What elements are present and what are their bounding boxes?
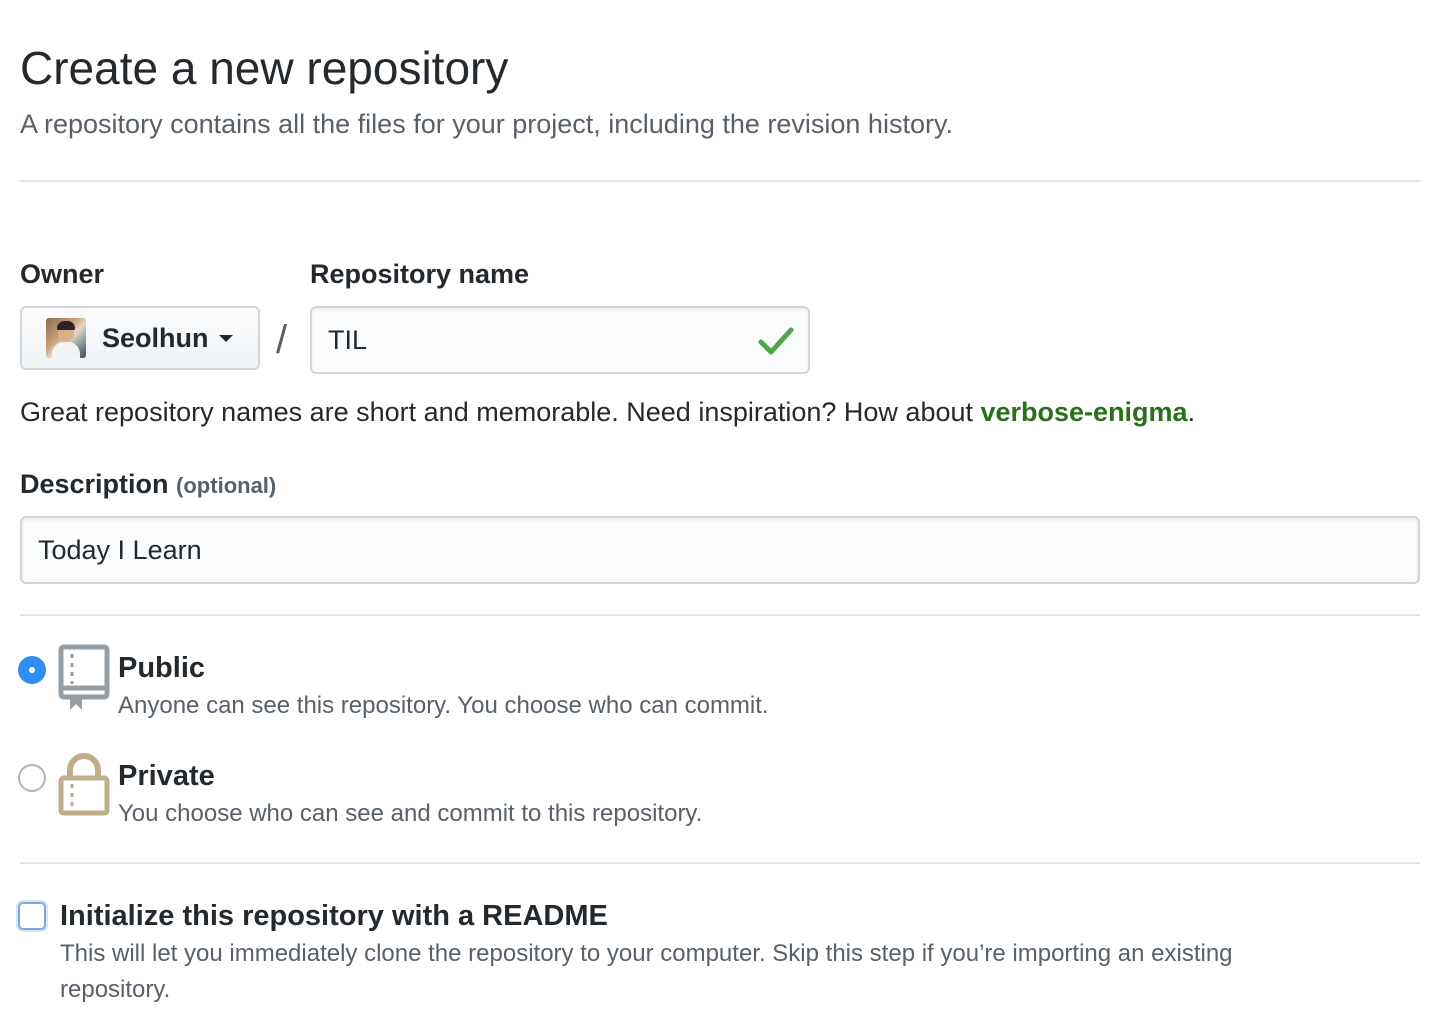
divider [20, 180, 1420, 182]
repo-name-label: Repository name [310, 259, 530, 289]
public-radio[interactable] [18, 656, 46, 684]
hint-suffix: . [1187, 397, 1196, 427]
suggested-name-link[interactable]: verbose-enigma [981, 397, 1188, 427]
owner-label: Owner [20, 259, 105, 289]
divider [20, 862, 1420, 864]
check-icon [758, 327, 794, 355]
lock-icon [58, 753, 110, 816]
owner-name: Seolhun [102, 322, 209, 353]
divider [20, 614, 1420, 616]
public-title: Public [118, 652, 206, 684]
page-title: Create a new repository [20, 42, 509, 94]
caret-down-icon [218, 334, 233, 342]
description-input[interactable] [20, 516, 1420, 584]
create-repo-page: Create a new repository A repository con… [0, 0, 1430, 1030]
private-radio[interactable] [18, 764, 46, 792]
avatar [46, 318, 86, 358]
repo-name-input[interactable] [310, 306, 810, 374]
owner-select-button[interactable]: Seolhun [20, 306, 260, 370]
private-title: Private [118, 760, 215, 792]
readme-description-line2: repository. [60, 976, 171, 1003]
description-label: Description (optional) [20, 466, 276, 504]
readme-checkbox[interactable] [18, 902, 46, 930]
owner-repo-separator: / [276, 318, 288, 362]
public-description: Anyone can see this repository. You choo… [118, 692, 769, 719]
readme-title: Initialize this repository with a README [60, 900, 608, 932]
repo-name-hint: Great repository names are short and mem… [20, 394, 1195, 430]
description-label-text: Description [20, 469, 169, 499]
private-description: You choose who can see and commit to thi… [118, 800, 703, 827]
hint-text: Great repository names are short and mem… [20, 397, 981, 427]
optional-tag: (optional) [176, 473, 277, 498]
repo-icon [58, 644, 110, 710]
page-subtitle: A repository contains all the files for … [20, 109, 953, 139]
readme-description-line1: This will let you immediately clone the … [60, 940, 1233, 967]
